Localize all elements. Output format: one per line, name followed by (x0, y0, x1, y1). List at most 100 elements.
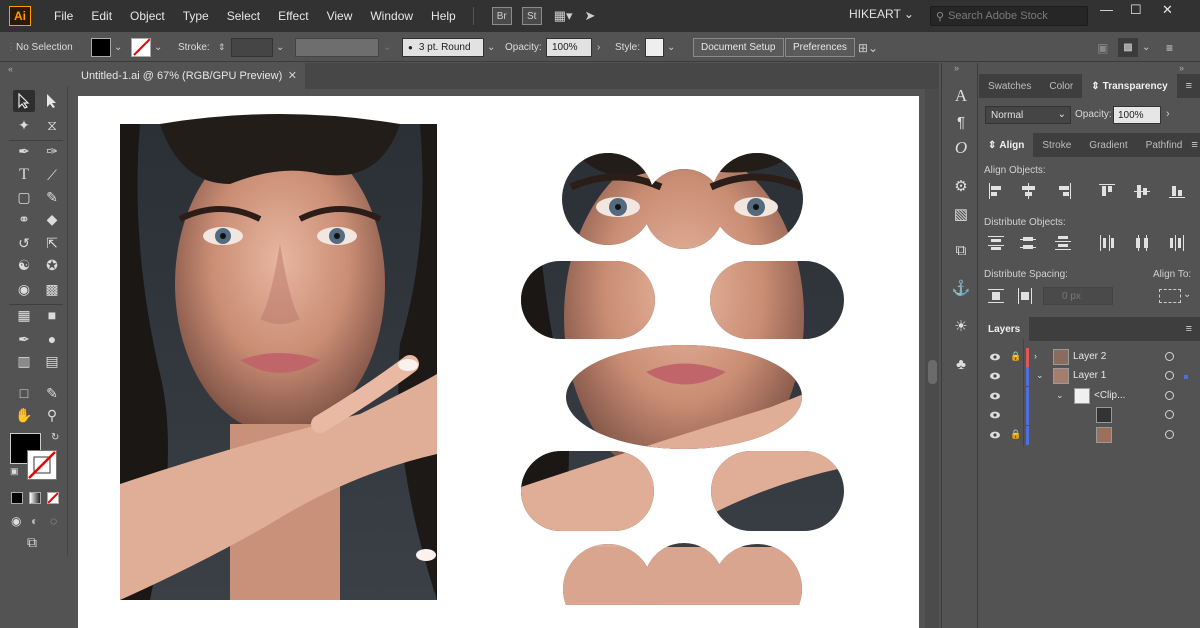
gpu-performance-icon[interactable]: ➤ (585, 8, 596, 24)
layer-row[interactable]: 🔒 › Layer 2 (984, 348, 1193, 367)
preferences-button[interactable]: Preferences (785, 38, 855, 57)
gradient-mode-icon[interactable] (29, 492, 41, 504)
slice-tool-icon[interactable]: ✎ (41, 382, 63, 404)
stroke-stepper-icon[interactable]: ⇕ (218, 38, 226, 57)
puppet-warp-tool-icon[interactable]: ✪ (41, 254, 63, 276)
opacity-arrow-icon[interactable]: › (597, 38, 600, 57)
artboard-tool-icon[interactable]: □ (13, 382, 35, 404)
draw-inside-icon[interactable]: ◌ (50, 514, 57, 528)
image-trace-icon[interactable]: ▧ (950, 203, 972, 225)
width-tool-icon[interactable]: ☯ (13, 254, 35, 276)
character-panel-icon[interactable]: A (950, 85, 972, 107)
lock-icon[interactable]: 🔒 (1010, 351, 1021, 362)
transparency-opacity-field[interactable]: 100% (1113, 106, 1161, 124)
line-tool-icon[interactable]: ⟋ (41, 164, 63, 186)
horizontal-distribute-space-icon[interactable] (1017, 288, 1035, 304)
align-left-icon[interactable] (988, 183, 1006, 199)
blend-mode-select[interactable]: Normal ⌄ (985, 106, 1071, 124)
close-icon[interactable]: ✕ (1162, 2, 1173, 18)
menu-edit[interactable]: Edit (82, 0, 121, 32)
stroke-color-box[interactable] (27, 450, 57, 480)
brush-definition[interactable]: ● 3 pt. Round (402, 38, 484, 57)
align-bottom-icon[interactable] (1169, 183, 1187, 199)
layer-name[interactable]: <Clip... (1094, 390, 1125, 401)
align-vertical-center-icon[interactable] (1134, 183, 1152, 199)
brush-dropdown-icon[interactable]: ⌄ (487, 38, 495, 57)
stroke-dropdown-icon[interactable]: ⌄ (154, 38, 162, 57)
eraser-tool-icon[interactable]: ◆ (41, 208, 63, 230)
stroke-weight-dropdown-icon[interactable]: ⌄ (276, 38, 284, 57)
menu-window[interactable]: Window (361, 0, 422, 32)
color-mode-icon[interactable] (11, 492, 23, 504)
symbols-panel-icon[interactable]: ♣ (950, 353, 972, 375)
distribute-vertical-center-icon[interactable] (1020, 235, 1038, 251)
target-icon[interactable] (1165, 371, 1174, 380)
scale-tool-icon[interactable]: ⇱ (41, 232, 63, 254)
spacing-value-field[interactable]: 0 px (1043, 287, 1113, 305)
selection-tool-icon[interactable] (13, 90, 35, 112)
align-right-icon[interactable] (1055, 183, 1073, 199)
lasso-tool-icon[interactable]: ⧖ (41, 114, 63, 136)
curvature-tool-icon[interactable]: ✑ (41, 140, 63, 162)
tab-swatches[interactable]: Swatches (979, 74, 1040, 98)
tab-stroke[interactable]: Stroke (1033, 133, 1080, 157)
blend-tool-icon[interactable]: ● (41, 328, 63, 350)
collapse-strip-icon[interactable]: » (954, 63, 959, 73)
rectangle-tool-icon[interactable]: ▢ (13, 186, 35, 208)
layer-row[interactable]: ⌄ Layer 1 (984, 367, 1193, 386)
stroke-weight-field[interactable] (231, 38, 273, 57)
layer-name[interactable]: Layer 1 (1073, 370, 1106, 381)
tab-gradient[interactable]: Gradient (1080, 133, 1136, 157)
vertical-distribute-space-icon[interactable] (988, 288, 1006, 304)
chevron-down-icon[interactable]: ⌄ (1036, 370, 1044, 381)
workspace-switcher[interactable]: HIKEART ⌄ (849, 7, 914, 21)
eye-icon[interactable] (989, 409, 1001, 421)
artboards-panel-icon[interactable]: ⧉ (950, 239, 972, 261)
distribute-right-icon[interactable] (1169, 235, 1187, 251)
fill-swatch[interactable] (91, 38, 111, 57)
eye-icon[interactable] (989, 429, 1001, 441)
align-horizontal-center-icon[interactable] (1020, 183, 1038, 199)
opacity-field[interactable]: 100% (546, 38, 592, 57)
paragraph-panel-icon[interactable]: ¶ (950, 111, 972, 133)
isolation-icon[interactable]: ▣ (1097, 38, 1108, 57)
document-setup-button[interactable]: Document Setup (693, 38, 784, 57)
align-to-selection-icon[interactable] (1159, 289, 1181, 303)
layer-row[interactable] (984, 406, 1193, 425)
menu-view[interactable]: View (318, 0, 362, 32)
none-mode-icon[interactable] (47, 492, 59, 504)
align-to-dropdown-icon[interactable]: ⌄ (1183, 289, 1191, 300)
menu-effect[interactable]: Effect (269, 0, 317, 32)
eye-icon[interactable] (989, 351, 1001, 363)
layer-name[interactable]: Layer 2 (1073, 351, 1106, 362)
panel-menu-icon[interactable]: ≡ (1186, 317, 1200, 341)
glyph-panel-icon[interactable]: ⚙ (950, 175, 972, 197)
style-dropdown-icon[interactable]: ⌄ (667, 38, 675, 57)
artboard[interactable] (78, 96, 919, 628)
direct-selection-tool-icon[interactable] (41, 90, 63, 112)
mesh-tool-icon[interactable]: ▦ (13, 304, 35, 326)
symbol-sprayer-tool-icon[interactable]: ▥ (13, 350, 35, 372)
bridge-button[interactable]: Br (491, 7, 512, 25)
stroke-swatch[interactable] (131, 38, 151, 57)
target-icon[interactable] (1165, 391, 1174, 400)
target-icon[interactable] (1165, 430, 1174, 439)
vertical-scrollbar[interactable] (925, 89, 939, 628)
panel-menu-icon[interactable]: ≡ (1191, 133, 1200, 157)
appearance-panel-icon[interactable]: ☀ (950, 315, 972, 337)
menu-file[interactable]: File (45, 0, 82, 32)
menu-object[interactable]: Object (121, 0, 174, 32)
target-icon[interactable] (1165, 410, 1174, 419)
distribute-left-icon[interactable] (1099, 235, 1117, 251)
close-tab-icon[interactable]: ✕ (288, 69, 297, 82)
opacity-slider-arrow-icon[interactable]: › (1166, 108, 1170, 120)
tab-pathfinder[interactable]: Pathfind (1137, 133, 1192, 157)
distribute-horizontal-center-icon[interactable] (1134, 235, 1152, 251)
fill-dropdown-icon[interactable]: ⌄ (114, 38, 122, 57)
brushes-panel-icon[interactable]: ⚓ (950, 277, 972, 299)
menu-select[interactable]: Select (218, 0, 269, 32)
panel-menu-icon[interactable]: ≡ (1186, 74, 1200, 98)
tab-transparency[interactable]: ⇕ Transparency (1082, 74, 1177, 98)
align-top-icon[interactable] (1099, 183, 1117, 199)
paintbrush-tool-icon[interactable]: ✎ (41, 186, 63, 208)
